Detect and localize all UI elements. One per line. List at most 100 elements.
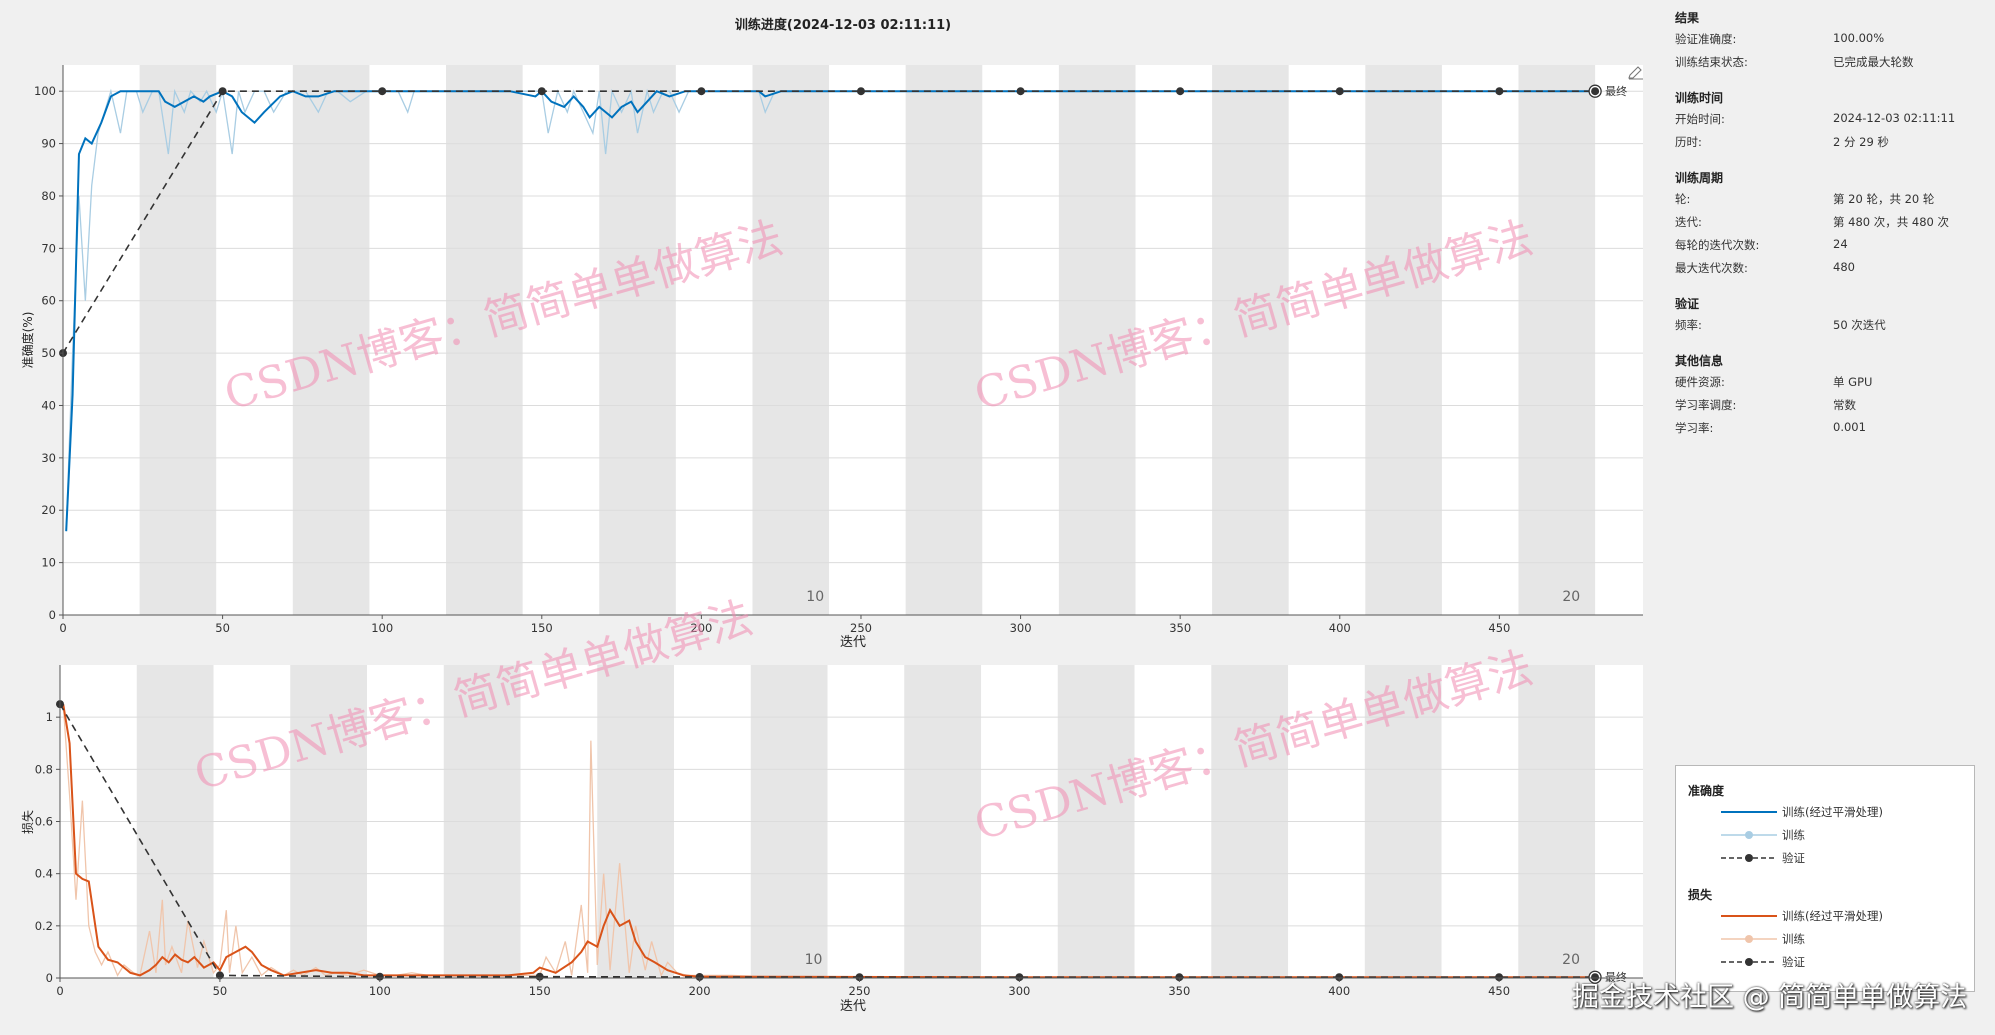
- panel-section-title: 结果: [1675, 11, 1700, 25]
- loss-xlabel: 迭代: [840, 999, 866, 1014]
- panel-row-value: 50 次迭代: [1833, 318, 1886, 332]
- training-info-panel: 结果验证准确度: 100.00% 训练结束状态: 已完成最大轮数训练时间开始时间: 20…: [1660, 0, 1990, 760]
- accuracy-x-tick-label: 250: [850, 621, 872, 635]
- accuracy-y-tick-label: 40: [41, 398, 56, 412]
- accuracy-epoch-label: 20: [1562, 589, 1580, 605]
- accuracy-validation-point: [378, 87, 387, 96]
- legend-loss-raw: 训练: [1719, 931, 1959, 947]
- accuracy-validation-point: [1335, 87, 1344, 96]
- panel-row-label: 历时:: [1675, 135, 1702, 149]
- loss-y-tick-label: 1: [46, 710, 53, 724]
- accuracy-x-tick-label: 0: [59, 621, 66, 635]
- accuracy-y-tick-label: 100: [34, 84, 56, 98]
- accuracy-y-tick-label: 60: [41, 294, 56, 308]
- accuracy-x-tick-label: 350: [1169, 621, 1191, 635]
- panel-row-value: 第 480 次，共 480 次: [1833, 215, 1950, 229]
- accuracy-validation-point: [1176, 87, 1185, 96]
- training-progress-charts: 训练进度(2024-12-03 02:11:11) 最终 0 50 100 150 20…: [20, 17, 1643, 1014]
- loss-y-tick-label: 0.6: [35, 815, 53, 829]
- figure-title: 训练进度(2024-12-03 02:11:11): [735, 17, 951, 33]
- accuracy-xlabel: 迭代: [840, 635, 866, 650]
- loss-ylabel: 损失: [20, 810, 35, 834]
- accuracy-validation-point: [1016, 87, 1025, 96]
- panel-section-title: 验证: [1675, 297, 1700, 311]
- accuracy-y-tick-label: 30: [41, 451, 56, 465]
- loss-y-tick-label: 0.8: [35, 762, 53, 776]
- loss-x-tick-label: 450: [1488, 984, 1510, 998]
- accuracy-y-tick-label: 10: [41, 556, 56, 570]
- panel-row-value: 2 分 29 秒: [1833, 135, 1889, 149]
- loss-x-tick-label: 50: [213, 984, 228, 998]
- loss-x-tick-label: 400: [1328, 984, 1350, 998]
- legend-acc-validation: 验证: [1719, 850, 1959, 866]
- legend-acc-smooth: 训练(经过平滑处理): [1721, 805, 1883, 819]
- panel-row-value: 第 20 轮，共 20 轮: [1833, 192, 1935, 206]
- loss-epoch-label: 10: [805, 952, 823, 968]
- panel-row-value: 0.001: [1833, 420, 1866, 434]
- panel-section-title: 其他信息: [1675, 354, 1724, 368]
- accuracy-epoch-band: [905, 65, 983, 615]
- loss-x-tick-label: 0: [56, 984, 63, 998]
- watermark-bottom: 掘金技术社区 @ 简简单单做算法: [1572, 982, 1968, 1013]
- accuracy-x-tick-label: 150: [531, 621, 553, 635]
- accuracy-y-tick-label: 70: [41, 241, 56, 255]
- panel-row-label: 频率:: [1675, 318, 1702, 332]
- legend: 准确度 训练(经过平滑处理) 训练 验证 损失 训练(经过平滑处理) 训练 验证: [1675, 765, 1975, 992]
- accuracy-ylabel: 准确度(%): [20, 312, 35, 369]
- panel-row-value: 480: [1833, 260, 1855, 274]
- loss-y-tick-label: 0.2: [35, 919, 53, 933]
- accuracy-epoch-band: [599, 65, 676, 615]
- legend-acc-raw: 训练: [1719, 827, 1959, 843]
- accuracy-epoch-band: [752, 65, 830, 615]
- loss-y-tick-label: 0.4: [35, 867, 53, 881]
- loss-x-tick-label: 200: [689, 984, 711, 998]
- panel-section-title: 训练周期: [1675, 171, 1724, 185]
- panel-row-value: 100.00%: [1833, 31, 1885, 45]
- accuracy-y-tick-label: 90: [41, 137, 56, 151]
- accuracy-validation-point: [537, 87, 546, 96]
- loss-x-tick-label: 350: [1168, 984, 1190, 998]
- accuracy-x-tick-label: 50: [215, 621, 230, 635]
- accuracy-x-tick-label: 450: [1488, 621, 1510, 635]
- legend-accuracy-title: 准确度: [1688, 784, 1725, 798]
- panel-section-title: 训练时间: [1675, 91, 1724, 105]
- accuracy-x-tick-label: 300: [1010, 621, 1032, 635]
- loss-x-tick-label: 100: [369, 984, 391, 998]
- panel-row-value: 已完成最大轮数: [1833, 55, 1914, 69]
- panel-row-label: 最大迭代次数:: [1675, 261, 1748, 275]
- legend-loss-validation: 验证: [1719, 954, 1959, 970]
- accuracy-validation-point: [1591, 87, 1600, 96]
- accuracy-validation-point: [697, 87, 706, 96]
- panel-row-label: 训练结束状态:: [1675, 55, 1748, 69]
- legend-loss-title: 损失: [1688, 888, 1713, 902]
- accuracy-validation-point: [218, 87, 227, 96]
- panel-row-value: 24: [1833, 237, 1848, 251]
- loss-x-tick-label: 250: [849, 984, 871, 998]
- panel-row-label: 验证准确度:: [1675, 32, 1737, 46]
- accuracy-y-tick-label: 50: [41, 346, 56, 360]
- panel-row-value: 常数: [1833, 398, 1856, 412]
- accuracy-epoch-band: [1365, 65, 1442, 615]
- panel-row-label: 迭代:: [1675, 215, 1702, 229]
- accuracy-y-tick-label: 80: [41, 189, 56, 203]
- loss-y-tick-label: 0: [46, 971, 53, 985]
- loss-x-tick-label: 150: [529, 984, 551, 998]
- panel-row-label: 学习率:: [1675, 421, 1714, 435]
- panel-row-value: 2024-12-03 02:11:11: [1833, 111, 1956, 125]
- accuracy-epoch-label: 10: [806, 589, 824, 605]
- panel-row-label: 硬件资源:: [1675, 375, 1725, 389]
- panel-row-value: 单 GPU: [1833, 375, 1873, 389]
- accuracy-y-tick-label: 20: [41, 503, 56, 517]
- accuracy-plot: 最终 0 50 100 150 200 250 300 350 400 4500102030405…: [20, 65, 1643, 650]
- panel-row-label: 开始时间:: [1675, 112, 1725, 126]
- panel-row-label: 每轮的迭代次数:: [1675, 238, 1760, 252]
- accuracy-epoch-band: [1518, 65, 1596, 615]
- legend-loss-smooth: 训练(经过平滑处理): [1721, 909, 1883, 923]
- accuracy-x-tick-label: 400: [1329, 621, 1351, 635]
- loss-x-tick-label: 300: [1008, 984, 1030, 998]
- accuracy-epoch-band: [139, 65, 217, 615]
- accuracy-validation-point: [856, 87, 865, 96]
- accuracy-x-tick-label: 100: [371, 621, 393, 635]
- panel-row-label: 学习率调度:: [1675, 398, 1737, 412]
- accuracy-y-tick-label: 0: [49, 608, 56, 622]
